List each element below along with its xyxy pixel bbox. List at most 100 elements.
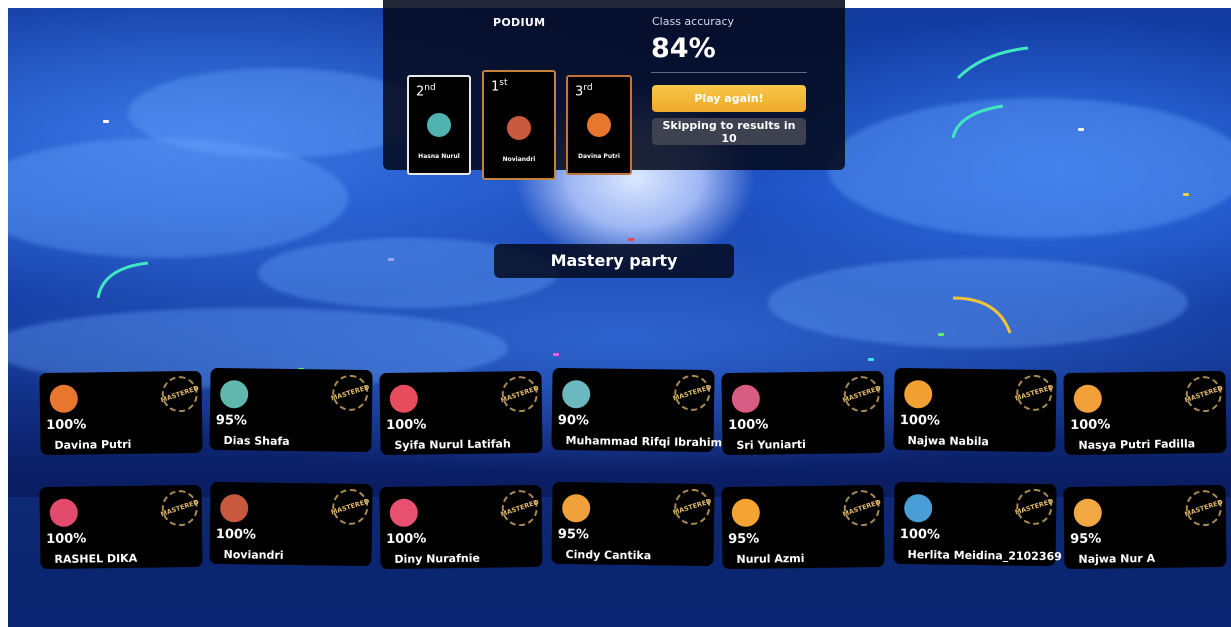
player-card: MASTERED 100% Najwa Nabila (893, 367, 1057, 453)
player-avatar-icon (562, 494, 591, 523)
mastered-badge-text: MASTERED (1014, 497, 1055, 517)
mastered-badge-icon: MASTERED (330, 374, 371, 412)
confetti (553, 353, 559, 356)
mastered-badge-text: MASTERED (330, 497, 371, 517)
cloud (828, 98, 1231, 238)
player-accuracy: 90% (557, 412, 590, 429)
player-name: Muhammad Rifqi Ibrahim (565, 434, 723, 450)
mastered-badge-text: MASTERED (672, 383, 713, 403)
mastered-badge-icon: MASTERED (330, 488, 371, 526)
podium-player-name: Noviandri (502, 156, 536, 163)
player-name: RASHEL DIKA (54, 551, 138, 566)
player-avatar-icon (427, 113, 451, 137)
player-name: Davina Putri (54, 437, 132, 452)
player-avatar-icon (389, 384, 418, 413)
podium-panel: PODIUM 2nd Hasna Nurul 1st Noviandri 3rd… (383, 0, 845, 180)
play-again-button[interactable]: Play again! (652, 85, 806, 112)
confetti (628, 238, 634, 241)
mastered-badge-icon: MASTERED (1183, 489, 1224, 527)
player-accuracy: 100% (386, 531, 427, 548)
player-avatar-icon (49, 384, 78, 413)
player-accuracy: 95% (728, 531, 760, 548)
confetti (868, 358, 874, 361)
player-card: MASTERED 95% Nurul Azmi (721, 484, 885, 570)
mastered-badge-text: MASTERED (159, 497, 200, 519)
mastered-badge-icon: MASTERED (159, 489, 200, 527)
mastered-badge-icon: MASTERED (672, 488, 712, 526)
mastered-badge-text: MASTERED (1014, 383, 1055, 403)
aurora-streak (96, 261, 149, 299)
player-name: Syifa Nurul Latifah (394, 437, 511, 452)
player-card: MASTERED 100% Herlita Meidina_2102369 (893, 481, 1062, 567)
player-avatar-icon (731, 384, 760, 413)
player-avatar-icon (587, 113, 611, 137)
player-card: MASTERED 100% Sri Yuniarti (721, 370, 885, 456)
mastered-badge-text: MASTERED (1183, 383, 1224, 405)
player-avatar-icon (904, 494, 933, 523)
player-avatar-icon (1073, 384, 1102, 413)
player-avatar-icon (389, 498, 418, 527)
mastered-badge-text: MASTERED (159, 383, 200, 405)
podium-card-second: 2nd Hasna Nurul (407, 75, 471, 175)
player-accuracy: 100% (1070, 417, 1111, 434)
comet-streak (952, 296, 1012, 334)
player-avatar-icon (562, 380, 591, 409)
player-card: MASTERED 95% Dias Shafa (209, 367, 373, 453)
podium-rank: 3rd (575, 83, 593, 100)
mastered-badge-text: MASTERED (841, 497, 882, 519)
player-name: Nasya Putri Fadilla (1078, 437, 1196, 452)
player-card: MASTERED 100% Nasya Putri Fadilla (1063, 370, 1227, 456)
player-accuracy: 95% (1070, 531, 1102, 548)
mastered-badge-icon: MASTERED (499, 489, 540, 527)
player-card: MASTERED 100% Syifa Nurul Latifah (379, 370, 543, 456)
confetti (1183, 193, 1189, 196)
mastered-badge-text: MASTERED (499, 497, 540, 519)
confetti (388, 258, 394, 261)
confetti (1078, 128, 1084, 131)
skip-to-results-button[interactable]: Skipping to results in 10 (652, 118, 806, 145)
divider (651, 72, 807, 73)
player-accuracy: 100% (728, 417, 769, 434)
mastered-badge-icon: MASTERED (1183, 375, 1224, 413)
player-card: MASTERED 100% RASHEL DIKA (39, 484, 203, 570)
confetti (103, 120, 109, 123)
podium-title: PODIUM (493, 16, 546, 29)
player-accuracy: 95% (557, 526, 590, 543)
player-name: Nurul Azmi (736, 551, 805, 566)
mastered-badge-icon: MASTERED (672, 374, 713, 412)
player-card: MASTERED 95% Cindy Cantika (551, 481, 715, 567)
podium-rank: 2nd (416, 83, 436, 100)
player-accuracy: 100% (899, 526, 941, 543)
player-name: Cindy Cantika (565, 548, 652, 563)
player-accuracy: 100% (46, 417, 87, 434)
player-card: MASTERED 90% Muhammad Rifqi Ibrahim (551, 367, 722, 453)
player-accuracy: 100% (899, 412, 941, 429)
mastered-badge-icon: MASTERED (842, 375, 882, 413)
player-accuracy: 95% (215, 412, 248, 429)
player-name: Dias Shafa (223, 434, 290, 448)
podium-player-name: Hasna Nurul (418, 153, 460, 160)
class-accuracy-value: 84% (651, 33, 716, 64)
player-avatar-icon (731, 498, 760, 527)
mastered-badge-icon: MASTERED (1014, 374, 1055, 412)
player-avatar-icon (220, 380, 249, 409)
player-accuracy: 100% (46, 531, 87, 548)
player-card: MASTERED 100% Davina Putri (39, 370, 203, 456)
player-avatar-icon (1073, 498, 1102, 527)
confetti (938, 333, 944, 336)
player-avatar-icon (49, 498, 78, 527)
player-name: Noviandri (223, 548, 284, 562)
mastered-badge-text: MASTERED (1183, 497, 1224, 519)
mastered-badge-icon: MASTERED (499, 375, 540, 413)
mastery-party-title: Mastery party (494, 244, 734, 278)
podium-card-first: 1st Noviandri (482, 70, 556, 180)
player-avatar-icon (904, 380, 933, 409)
player-avatar-icon (507, 116, 531, 140)
player-accuracy: 100% (215, 526, 257, 543)
mastered-badge-text: MASTERED (499, 383, 540, 405)
mastered-badge-text: MASTERED (330, 383, 371, 403)
player-card: MASTERED 100% Noviandri (209, 481, 373, 567)
player-name: Najwa Nabila (907, 434, 989, 449)
podium-card-third: 3rd Davina Putri (566, 75, 632, 175)
mastered-badge-icon: MASTERED (841, 489, 882, 527)
